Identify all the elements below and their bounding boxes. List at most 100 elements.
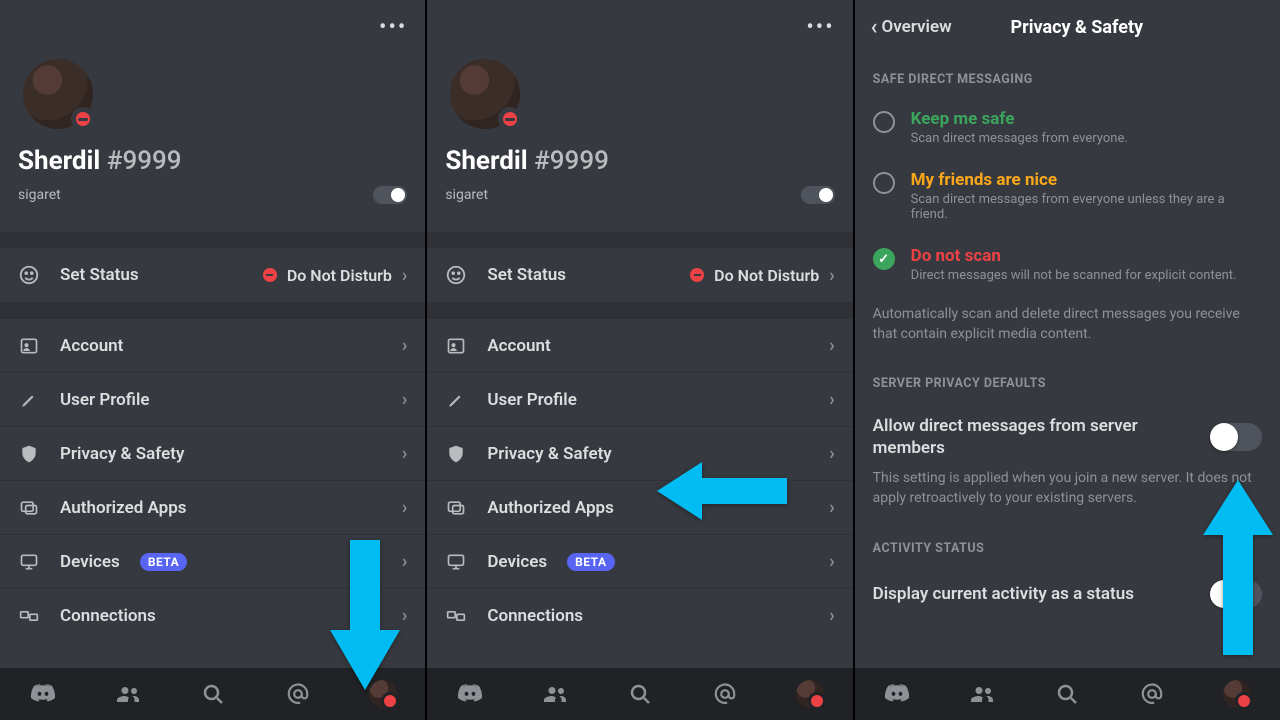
chevron-right-icon: › bbox=[829, 497, 834, 518]
pencil-icon bbox=[18, 389, 40, 411]
set-status-label: Set Status bbox=[487, 265, 566, 285]
activity-toggle[interactable] bbox=[1210, 580, 1262, 608]
monitor-icon bbox=[445, 551, 467, 573]
search-icon[interactable] bbox=[1050, 677, 1084, 711]
account-label: Account bbox=[60, 336, 123, 356]
beta-badge: BETA bbox=[567, 553, 614, 571]
profile-header: Sherdil #9999 sigaret bbox=[0, 54, 425, 232]
account-row[interactable]: Account › bbox=[0, 318, 425, 372]
privacy-label: Privacy & Safety bbox=[60, 444, 184, 464]
divider bbox=[0, 302, 425, 318]
mini-toggle[interactable] bbox=[373, 186, 407, 204]
pencil-icon bbox=[445, 389, 467, 411]
authorized-apps-row[interactable]: Authorized Apps › bbox=[0, 480, 425, 534]
smile-icon bbox=[18, 264, 40, 286]
avatar-mini[interactable] bbox=[793, 677, 827, 711]
authorized-apps-row[interactable]: Authorized Apps › bbox=[427, 480, 852, 534]
connections-label: Connections bbox=[487, 606, 583, 626]
top-bar: ••• bbox=[0, 0, 425, 54]
person-card-icon bbox=[18, 335, 40, 357]
monitor-icon bbox=[18, 551, 40, 573]
mentions-icon[interactable] bbox=[1135, 677, 1169, 711]
divider bbox=[0, 232, 425, 248]
server-privacy-header: SERVER PRIVACY DEFAULTS bbox=[855, 358, 1280, 401]
avatar[interactable] bbox=[445, 54, 525, 134]
chevron-right-icon: › bbox=[402, 605, 407, 626]
user-profile-row[interactable]: User Profile › bbox=[427, 372, 852, 426]
safe-dm-header: SAFE DIRECT MESSAGING bbox=[855, 54, 1280, 97]
option-label: My friends are nice bbox=[911, 170, 1262, 190]
discord-icon[interactable] bbox=[880, 677, 914, 711]
search-icon[interactable] bbox=[623, 677, 657, 711]
option-do-not-scan[interactable]: Do not scan Direct messages will not be … bbox=[855, 234, 1280, 295]
avatar-mini[interactable] bbox=[1220, 677, 1254, 711]
mini-toggle[interactable] bbox=[801, 186, 835, 204]
devices-label: Devices bbox=[60, 552, 120, 572]
search-icon[interactable] bbox=[196, 677, 230, 711]
more-icon[interactable]: ••• bbox=[806, 15, 834, 40]
privacy-safety-row[interactable]: Privacy & Safety › bbox=[427, 426, 852, 480]
discriminator-text: #9999 bbox=[534, 146, 609, 176]
chevron-right-icon: › bbox=[829, 389, 834, 410]
allow-dm-toggle[interactable] bbox=[1210, 423, 1262, 451]
chevron-right-icon: › bbox=[402, 265, 407, 286]
devices-row[interactable]: Devices BETA › bbox=[427, 534, 852, 588]
profile-header: Sherdil #9999 sigaret bbox=[427, 54, 852, 232]
chevron-right-icon: › bbox=[829, 443, 834, 464]
option-friends-nice[interactable]: My friends are nice Scan direct messages… bbox=[855, 158, 1280, 234]
settings-panel-step2: ••• Sherdil #9999 sigaret bbox=[427, 0, 854, 720]
chevron-right-icon: › bbox=[402, 497, 407, 518]
chevron-right-icon: › bbox=[402, 443, 407, 464]
allow-dm-label: Allow direct messages from server member… bbox=[873, 415, 1153, 459]
avatar[interactable] bbox=[18, 54, 98, 134]
set-status-row[interactable]: Set Status Do Not Disturb › bbox=[0, 248, 425, 302]
connections-icon bbox=[18, 605, 40, 627]
page-title: Privacy & Safety bbox=[890, 17, 1264, 38]
user-profile-label: User Profile bbox=[487, 390, 577, 410]
avatar-mini[interactable] bbox=[366, 677, 400, 711]
option-desc: Scan direct messages from everyone. bbox=[911, 131, 1128, 146]
privacy-safety-row[interactable]: Privacy & Safety › bbox=[0, 426, 425, 480]
user-profile-row[interactable]: User Profile › bbox=[0, 372, 425, 426]
username-text: Sherdil bbox=[18, 146, 100, 176]
profile-subtext: sigaret bbox=[18, 187, 61, 203]
account-row[interactable]: Account › bbox=[427, 318, 852, 372]
discord-icon[interactable] bbox=[453, 677, 487, 711]
account-label: Account bbox=[487, 336, 550, 356]
more-icon[interactable]: ••• bbox=[379, 15, 407, 40]
option-desc: Scan direct messages from everyone unles… bbox=[911, 192, 1262, 222]
radio-checked-icon bbox=[873, 248, 895, 270]
status-value-text: Do Not Disturb bbox=[714, 266, 819, 285]
connections-row[interactable]: Connections › bbox=[0, 588, 425, 642]
apps-icon bbox=[445, 497, 467, 519]
profile-subtext-row: sigaret bbox=[18, 186, 407, 218]
option-label: Do not scan bbox=[911, 246, 1237, 266]
friends-icon[interactable] bbox=[965, 677, 999, 711]
chevron-right-icon: › bbox=[402, 335, 407, 356]
mentions-icon[interactable] bbox=[281, 677, 315, 711]
chevron-right-icon: › bbox=[829, 265, 834, 286]
status-value-text: Do Not Disturb bbox=[287, 266, 392, 285]
mentions-icon[interactable] bbox=[708, 677, 742, 711]
discord-icon[interactable] bbox=[26, 677, 60, 711]
option-keep-me-safe[interactable]: Keep me safe Scan direct messages from e… bbox=[855, 97, 1280, 158]
title-bar: ‹ Overview Privacy & Safety bbox=[855, 0, 1280, 54]
set-status-row[interactable]: Set Status Do Not Disturb › bbox=[427, 248, 852, 302]
devices-row[interactable]: Devices BETA › bbox=[0, 534, 425, 588]
friends-icon[interactable] bbox=[538, 677, 572, 711]
connections-row[interactable]: Connections › bbox=[427, 588, 852, 642]
shield-icon bbox=[18, 443, 40, 465]
activity-label: Display current activity as a status bbox=[873, 583, 1134, 605]
connections-icon bbox=[445, 605, 467, 627]
apps-label: Authorized Apps bbox=[60, 498, 187, 518]
dnd-dot-icon bbox=[263, 268, 277, 282]
friends-icon[interactable] bbox=[111, 677, 145, 711]
devices-label: Devices bbox=[487, 552, 547, 572]
bottom-nav bbox=[855, 668, 1280, 720]
chevron-right-icon: › bbox=[829, 335, 834, 356]
profile-name: Sherdil #9999 bbox=[18, 146, 407, 176]
divider bbox=[427, 232, 852, 248]
user-profile-label: User Profile bbox=[60, 390, 150, 410]
shield-icon bbox=[445, 443, 467, 465]
apps-icon bbox=[18, 497, 40, 519]
